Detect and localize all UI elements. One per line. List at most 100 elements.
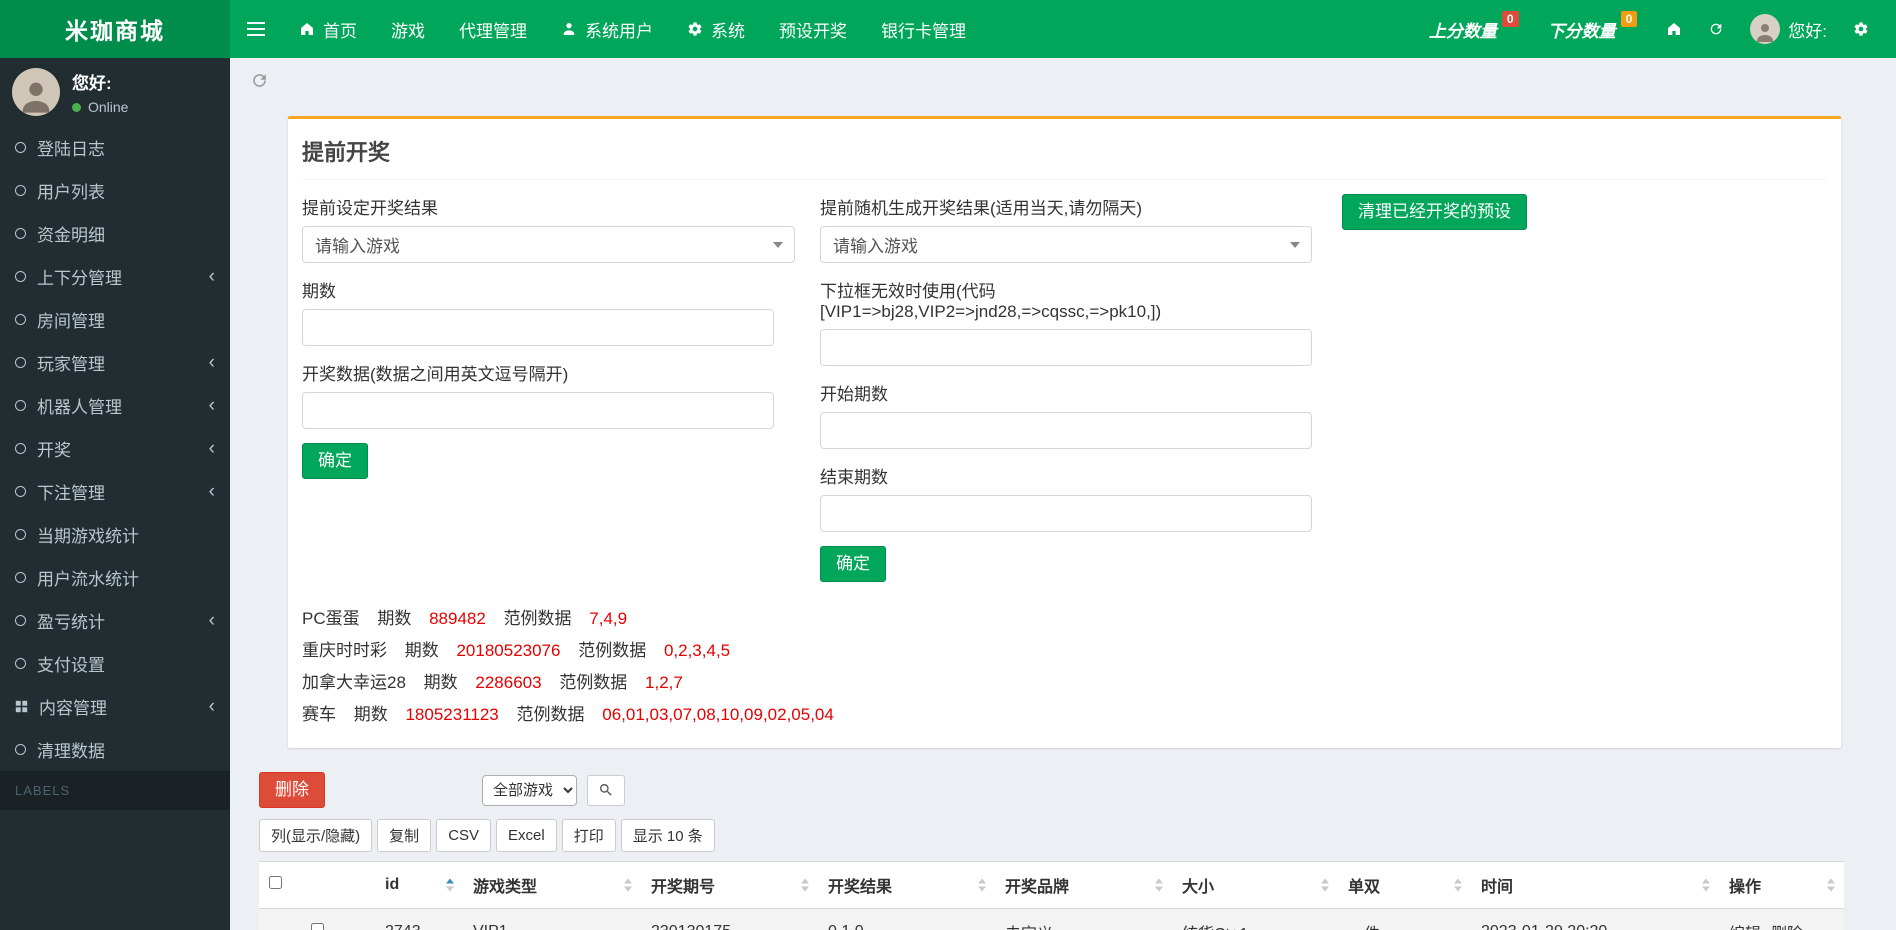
period-input[interactable]	[302, 309, 774, 346]
sidebar-item-link[interactable]: 上下分管理 ‹	[0, 255, 230, 298]
sidebar-item-link[interactable]: 机器人管理 ‹	[0, 384, 230, 427]
game-code-input[interactable]	[820, 329, 1312, 366]
sidebar-toggle-button[interactable]	[230, 0, 282, 58]
table-column-header[interactable]: 操作	[1719, 862, 1844, 909]
chevron-left-icon: ‹	[209, 482, 215, 501]
navbar-user[interactable]: 您好:	[1737, 0, 1840, 58]
sort-asc-icon	[1321, 879, 1329, 884]
sidebar-item: 下注管理 ‹	[0, 470, 230, 513]
row-delete-link[interactable]: 删除	[1771, 926, 1803, 930]
topnav-item-label: 首页	[323, 17, 357, 42]
delete-selected-button[interactable]: 删除	[259, 772, 325, 808]
home-icon	[299, 21, 315, 37]
table-column-header[interactable]: 开奖品牌	[995, 862, 1172, 909]
sidebar-item-link[interactable]: 用户流水统计	[0, 556, 230, 599]
sort-icons[interactable]	[1827, 879, 1835, 892]
table-column-header[interactable]: 大小	[1172, 862, 1338, 909]
sort-icons[interactable]	[801, 879, 809, 892]
sort-icons[interactable]	[1702, 879, 1710, 892]
row-edit-link[interactable]: 编辑	[1729, 926, 1761, 930]
example-period-label: 期数	[405, 641, 439, 660]
table-column-header[interactable]: 时间	[1471, 862, 1719, 909]
topnav-item[interactable]: 游戏	[374, 0, 442, 58]
column-header-label: 时间	[1481, 879, 1513, 896]
table-tool-button[interactable]: 显示 10 条	[621, 819, 715, 852]
end-period-input[interactable]	[820, 495, 1312, 532]
table-tool-button[interactable]: CSV	[436, 819, 491, 852]
clear-drawn-presets-button[interactable]: 清理已经开奖的预设	[1342, 194, 1527, 230]
column-header-label: 游戏类型	[473, 879, 537, 896]
sidebar-item-link[interactable]: 登陆日志	[0, 126, 230, 169]
sidebar-item-label: 用户流水统计	[37, 565, 139, 590]
random-game-select[interactable]: 请输入游戏	[820, 226, 1312, 263]
draw-data-input[interactable]	[302, 392, 774, 429]
table-column-header[interactable]: 开奖结果	[818, 862, 995, 909]
table-column-header[interactable]: 游戏类型	[463, 862, 641, 909]
refresh-icon-button[interactable]	[1695, 0, 1737, 58]
random-submit-button[interactable]: 确定	[820, 546, 886, 582]
sidebar-item-link[interactable]: 玩家管理 ‹	[0, 341, 230, 384]
down-score-label: 下分数量	[1548, 17, 1616, 42]
sidebar-item-link[interactable]: 支付设置	[0, 642, 230, 685]
sidebar-item-link[interactable]: 用户列表	[0, 169, 230, 212]
content-refresh-button[interactable]	[250, 71, 269, 90]
hamburger-icon	[247, 28, 265, 30]
game-select[interactable]: 请输入游戏	[302, 226, 795, 263]
settings-icon-button[interactable]	[1840, 0, 1882, 58]
content-header	[230, 58, 1896, 102]
topnav-item[interactable]: 代理管理	[442, 0, 544, 58]
up-score-link[interactable]: 上分数量0	[1416, 0, 1535, 58]
table-tool-button[interactable]: Excel	[496, 819, 557, 852]
table-column-header[interactable]: 单双	[1338, 862, 1471, 909]
topnav-item[interactable]: 系统	[670, 0, 762, 58]
sort-icons[interactable]	[624, 879, 632, 892]
sort-icons[interactable]	[1155, 879, 1163, 892]
topnav-item[interactable]: 银行卡管理	[864, 0, 983, 58]
search-button[interactable]	[587, 775, 625, 806]
select-all-checkbox[interactable]	[269, 876, 282, 889]
sidebar-greeting: 您好:	[72, 69, 128, 94]
circle-icon	[15, 314, 26, 325]
topnav-item[interactable]: 预设开奖	[762, 0, 864, 58]
down-score-link[interactable]: 下分数量0	[1535, 0, 1654, 58]
topnav-item[interactable]: 首页	[282, 0, 374, 58]
table-tool-button[interactable]: 打印	[562, 819, 616, 852]
sidebar-item-link[interactable]: 盈亏统计 ‹	[0, 599, 230, 642]
gear-icon	[1853, 21, 1869, 37]
sidebar-item-link[interactable]: 开奖 ‹	[0, 427, 230, 470]
sidebar-item-link[interactable]: 下注管理 ‹	[0, 470, 230, 513]
sort-desc-icon	[978, 887, 986, 892]
table-tool-button[interactable]: 复制	[377, 819, 431, 852]
example-game-name: 重庆时时彩	[302, 641, 387, 660]
sidebar-item-link[interactable]: 资金明细	[0, 212, 230, 255]
cell-checkbox	[259, 909, 375, 930]
start-period-input[interactable]	[820, 412, 1312, 449]
circle-icon	[15, 185, 26, 196]
app-logo[interactable]: 米珈商城	[0, 0, 230, 58]
preset-submit-button[interactable]: 确定	[302, 443, 368, 479]
sidebar-item-link[interactable]: 房间管理	[0, 298, 230, 341]
sort-icons[interactable]	[446, 879, 454, 892]
sidebar-item-link[interactable]: 当期游戏统计	[0, 513, 230, 556]
sort-asc-icon	[1827, 879, 1835, 884]
row-checkbox[interactable]	[311, 923, 324, 930]
caret-down-icon	[773, 242, 783, 248]
table-column-header[interactable]: 开奖期号	[641, 862, 818, 909]
topnav-item[interactable]: 系统用户	[544, 0, 670, 58]
sort-icons[interactable]	[1454, 879, 1462, 892]
home-icon-button[interactable]	[1653, 0, 1695, 58]
sort-icons[interactable]	[1321, 879, 1329, 892]
select-all-header[interactable]	[259, 862, 375, 909]
user-avatar	[12, 68, 60, 116]
table-tool-button[interactable]: 列(显示/隐藏)	[259, 819, 372, 852]
game-filter-select[interactable]: 全部游戏	[482, 775, 577, 806]
sort-icons[interactable]	[978, 879, 986, 892]
example-sample-value: 1,2,7	[645, 673, 683, 692]
table-column-header[interactable]: id	[375, 862, 463, 909]
examples-list: PC蛋蛋 期数 889482 范例数据 7,4,9 重庆时时彩 期数 20180…	[302, 604, 1827, 725]
preset-table: id 游戏类型 开奖期号 开奖结果 开奖品牌 大小 单双 时间 操作 2743 …	[259, 861, 1844, 930]
sidebar-item-link[interactable]: 内容管理 ‹	[0, 685, 230, 728]
sidebar-item-link[interactable]: 清理数据	[0, 728, 230, 771]
example-period-value: 2286603	[475, 673, 541, 692]
cell-draw-result: 0,1,0	[818, 909, 995, 930]
